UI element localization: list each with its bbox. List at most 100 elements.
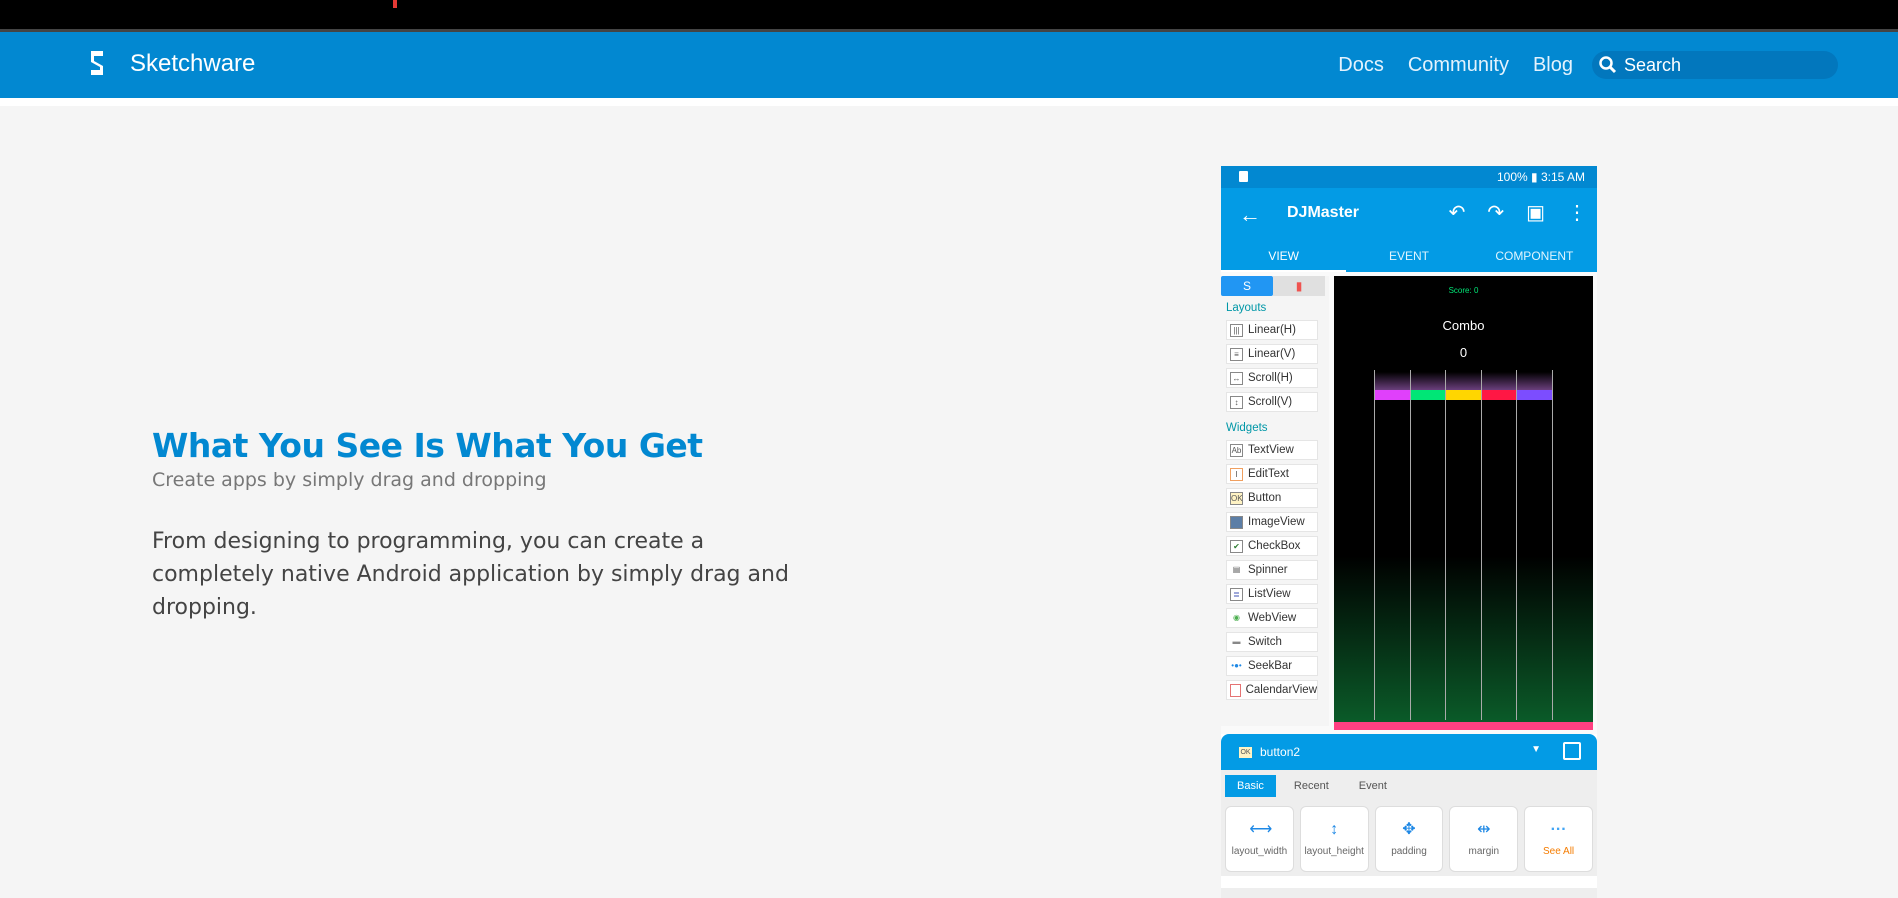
dropdown-arrow-icon[interactable]: ▼ (1531, 744, 1541, 755)
palette-item[interactable]: •●• SeekBar (1226, 656, 1318, 676)
app-title: DJMaster (1287, 204, 1360, 221)
lane-line (1480, 370, 1482, 720)
button-widget-icon: OK (1239, 746, 1252, 758)
palette-tab-sketchware[interactable]: S (1221, 276, 1273, 296)
game-bottom-bar (1334, 722, 1593, 730)
palette-item[interactable]: I EditText (1226, 464, 1318, 484)
padding-button[interactable]: ✥ padding (1374, 806, 1444, 872)
textview-icon: Ab (1230, 443, 1243, 457)
property-buttons: ⟷ layout_width ↕ layout_height ✥ padding ⇹ m… (1221, 802, 1597, 876)
checkbox-icon: ✔ (1230, 539, 1243, 553)
selected-component[interactable]: button2 (1260, 745, 1300, 759)
lane-line (1374, 370, 1375, 720)
android-nav-bar (1221, 888, 1597, 898)
hero-subtitle: Create apps by simply drag and dropping (152, 469, 547, 491)
lane-line (1552, 370, 1553, 720)
palette-item[interactable]: Ab TextView (1226, 440, 1318, 460)
spinner-icon: ▤ (1232, 564, 1241, 574)
top-indicator (393, 0, 397, 8)
properties-header: OK button2 ▼ (1221, 734, 1597, 770)
palette-item[interactable]: OK Button (1226, 488, 1318, 508)
more-vert-icon[interactable]: ⋮ (1567, 200, 1587, 225)
prop-tab-event[interactable]: Event (1347, 775, 1399, 797)
nav-links: Docs Community Blog (1338, 54, 1573, 77)
palette-item[interactable]: ImageView (1226, 512, 1318, 532)
phone-screenshot: 100% ▮ 3:15 AM ← DJMaster ↶ ↷ ▣ ⋮ VIEW E… (1221, 166, 1597, 898)
hero-body: From designing to programming, you can c… (152, 529, 789, 620)
calendar-icon (1230, 683, 1241, 697)
sd-card-icon (1239, 171, 1248, 182)
palette-tab-bookmark-icon[interactable]: ▮ (1273, 276, 1325, 296)
widgets-header: Widgets (1226, 422, 1268, 434)
game-preview: Score: 0 Combo 0 (1334, 276, 1593, 728)
switch-icon: ▬ (1232, 636, 1241, 646)
save-icon[interactable]: ▣ (1526, 200, 1545, 225)
webview-icon: ◉ (1233, 612, 1240, 622)
properties-panel: OK button2 ▼ Basic Recent Event ⟷ layout_… (1221, 734, 1597, 898)
brand-name: Sketchware (130, 50, 256, 77)
header-spacer (0, 98, 1898, 106)
nav-blog-link[interactable]: Blog (1533, 54, 1573, 77)
save-properties-icon[interactable] (1563, 742, 1581, 760)
palette-item[interactable]: CalendarView (1226, 680, 1318, 700)
undo-icon[interactable]: ↶ (1449, 200, 1466, 225)
game-score: Score: 0 (1448, 286, 1479, 295)
layouts-header: Layouts (1226, 302, 1267, 314)
redo-icon[interactable]: ↷ (1487, 200, 1504, 225)
game-combo-count: 0 (1459, 345, 1468, 360)
palette-item[interactable]: ↕ Scroll(V) (1226, 392, 1318, 412)
more-horiz-icon: ··· (1550, 820, 1567, 838)
phone-app-bar: ← DJMaster ↶ ↷ ▣ ⋮ (1221, 188, 1597, 240)
prop-tab-basic[interactable]: Basic (1225, 775, 1276, 797)
layout-width-button[interactable]: ⟷ layout_width (1225, 806, 1294, 872)
palette-item[interactable]: ||| Linear(H) (1226, 320, 1318, 340)
back-arrow-icon[interactable]: ← (1239, 202, 1261, 228)
site-navbar: Sketchware Docs Community Blog (0, 32, 1898, 98)
palette-item[interactable]: ▤ Spinner (1226, 560, 1318, 580)
tab-indicator (1221, 270, 1346, 272)
status-text: 100% ▮ 3:15 AM (1497, 170, 1585, 184)
tab-view[interactable]: VIEW (1221, 240, 1346, 272)
properties-tabs: Basic Recent Event (1221, 770, 1597, 802)
tab-event[interactable]: EVENT (1346, 240, 1471, 272)
palette-tabs: S ▮ (1221, 276, 1329, 296)
palette-item[interactable]: ◉ WebView (1226, 608, 1318, 628)
nav-docs-link[interactable]: Docs (1338, 54, 1384, 77)
width-icon: ⟷ (1249, 820, 1273, 838)
nav-community-link[interactable]: Community (1408, 54, 1509, 77)
widget-palette: S ▮ Layouts ||| Linear(H) ≡ Linear(V) ↔ Scr… (1221, 276, 1329, 726)
game-combo-label: Combo (1442, 318, 1485, 333)
search-input[interactable] (1624, 54, 1824, 76)
seekbar-icon: •●• (1231, 660, 1242, 670)
search-icon (1599, 56, 1617, 74)
margin-button[interactable]: ⇹ margin (1449, 806, 1519, 872)
phone-tabs: VIEW EVENT COMPONENT (1221, 240, 1597, 272)
listview-icon: ≣ (1230, 587, 1243, 601)
imageview-icon (1230, 515, 1243, 529)
prop-tab-recent[interactable]: Recent (1282, 775, 1341, 797)
padding-icon: ✥ (1402, 820, 1416, 838)
hero-title: What You See Is What You Get (152, 426, 703, 465)
app-actions: ↶ ↷ ▣ ⋮ (1449, 200, 1587, 225)
browser-top-bar (0, 0, 1898, 32)
button-icon: OK (1230, 491, 1243, 505)
scroll-h-icon: ↔ (1230, 371, 1243, 385)
layout-height-button[interactable]: ↕ layout_height (1299, 806, 1369, 872)
search-box[interactable] (1592, 51, 1838, 79)
height-icon: ↕ (1330, 820, 1339, 838)
linear-h-icon: ||| (1230, 323, 1243, 337)
linear-v-icon: ≡ (1230, 347, 1243, 361)
margin-icon: ⇹ (1477, 820, 1491, 838)
palette-item[interactable]: ≣ ListView (1226, 584, 1318, 604)
palette-item[interactable]: ✔ CheckBox (1226, 536, 1318, 556)
palette-item[interactable]: ▬ Switch (1226, 632, 1318, 652)
game-lanes (1374, 370, 1553, 720)
palette-item[interactable]: ↔ Scroll(H) (1226, 368, 1318, 388)
tab-component[interactable]: COMPONENT (1472, 240, 1597, 272)
edittext-icon: I (1230, 467, 1243, 481)
palette-item[interactable]: ≡ Linear(V) (1226, 344, 1318, 364)
brand[interactable]: Sketchware (86, 48, 255, 80)
see-all-button[interactable]: ··· See All (1524, 806, 1593, 872)
lane-line (1445, 370, 1447, 720)
lane-line (1409, 370, 1411, 720)
